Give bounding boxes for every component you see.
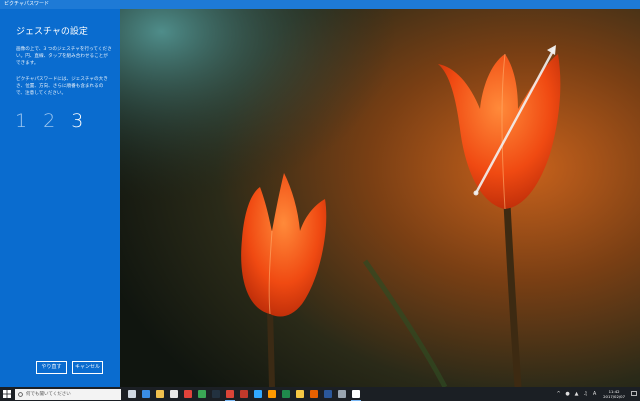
chrome-icon — [226, 390, 234, 398]
taskbar-app[interactable] — [293, 387, 307, 401]
note-text: ピクチャパスワードには、ジェスチャの大きさ、位置、方向、さらに順番も含まれるので… — [16, 77, 108, 96]
gear-icon — [338, 390, 346, 398]
system-tray: ^ ● ▲ ♫ A 11:42 2017/02/07 — [554, 387, 640, 401]
media-icon — [184, 390, 192, 398]
search-box[interactable]: 何でも聞いてください — [15, 388, 121, 400]
action-center-icon — [630, 391, 637, 396]
photoshop-icon — [254, 390, 262, 398]
taskbar-app[interactable] — [139, 387, 153, 401]
taskbar-app[interactable] — [321, 387, 335, 401]
volume-icon[interactable]: ♫ — [581, 387, 590, 401]
taskbar-app[interactable] — [237, 387, 251, 401]
gesture-step-indicator: 1 2 3 — [15, 108, 83, 134]
taskbar: 何でも聞いてください ^ ● ▲ ♫ A 11:42 2017/02/07 — [0, 387, 640, 401]
taskbar-app[interactable] — [125, 387, 139, 401]
edge-icon — [142, 390, 150, 398]
word-icon — [324, 390, 332, 398]
redo-button[interactable]: やり直す — [36, 361, 67, 374]
ime-icon[interactable]: A — [590, 387, 599, 401]
app-green-icon — [198, 390, 206, 398]
step-2: 2 — [43, 110, 56, 132]
window-title: ピクチャパスワード — [4, 1, 49, 7]
app-red-icon — [240, 390, 248, 398]
start-button[interactable] — [0, 387, 14, 401]
windows-icon — [3, 390, 11, 398]
step-1: 1 — [15, 110, 28, 132]
settings-icon — [352, 390, 360, 398]
gesture-setup-panel: ジェスチャの設定 画像の上で、3 つのジェスチャを行ってください。円、直線、タッ… — [0, 9, 120, 387]
task-view-icon — [128, 390, 136, 398]
network-icon[interactable]: ▲ — [572, 387, 581, 401]
clock[interactable]: 11:42 2017/02/07 — [603, 389, 625, 399]
taskbar-app[interactable] — [181, 387, 195, 401]
app-yellow-icon — [296, 390, 304, 398]
taskbar-app[interactable] — [209, 387, 223, 401]
excel-icon — [282, 390, 290, 398]
terminal-icon — [212, 390, 220, 398]
store-icon — [170, 390, 178, 398]
people-icon[interactable]: ● — [563, 387, 572, 401]
gesture-picture[interactable] — [120, 9, 640, 387]
notification-icon[interactable] — [629, 387, 638, 401]
taskbar-app[interactable] — [307, 387, 321, 401]
taskbar-apps — [125, 387, 363, 401]
taskbar-app[interactable] — [279, 387, 293, 401]
taskbar-app[interactable] — [223, 387, 237, 401]
taskbar-app[interactable] — [335, 387, 349, 401]
taskbar-app[interactable] — [265, 387, 279, 401]
cortana-icon — [18, 391, 23, 397]
window-titlebar: ピクチャパスワード — [0, 0, 640, 9]
taskbar-app[interactable] — [195, 387, 209, 401]
taskbar-app[interactable] — [349, 387, 363, 401]
panel-title: ジェスチャの設定 — [16, 27, 88, 37]
chevron-up-icon[interactable]: ^ — [554, 387, 563, 401]
file-explorer-icon — [156, 390, 164, 398]
cancel-button[interactable]: キャンセル — [72, 361, 103, 374]
illustrator-icon — [268, 390, 276, 398]
taskbar-app[interactable] — [153, 387, 167, 401]
firefox-icon — [310, 390, 318, 398]
search-placeholder: 何でも聞いてください — [26, 392, 71, 397]
step-3: 3 — [71, 110, 84, 132]
clock-date: 2017/02/07 — [603, 394, 625, 399]
instructions-text: 画像の上で、3 つのジェスチャを行ってください。円、直線、タップを組み合わせるこ… — [16, 47, 112, 66]
taskbar-app[interactable] — [251, 387, 265, 401]
taskbar-app[interactable] — [167, 387, 181, 401]
